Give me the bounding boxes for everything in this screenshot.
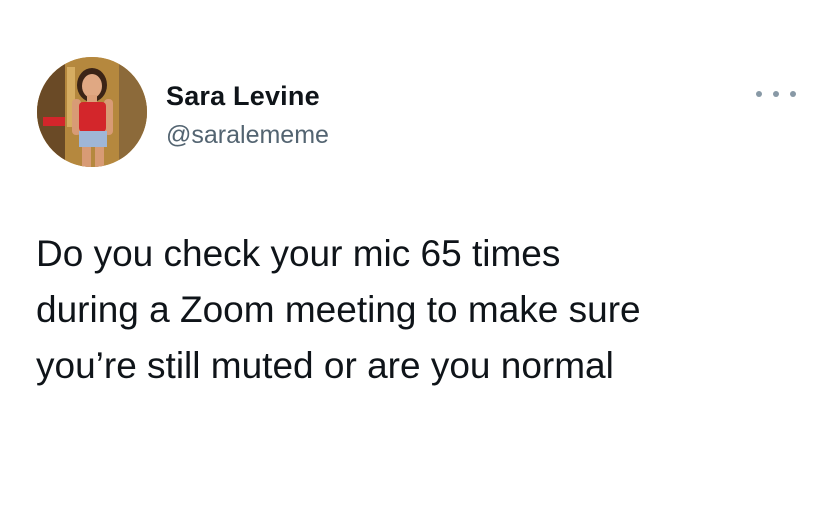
tweet-text: Do you check your mic 65 times during a Z… [36, 226, 806, 394]
display-name[interactable]: Sara Levine [166, 80, 329, 112]
tweet-text-line: you’re still muted or are you normal [36, 345, 614, 386]
more-dot [790, 91, 796, 97]
more-dot [773, 91, 779, 97]
avatar-photo-icon [37, 57, 147, 167]
tweet-card: Sara Levine @saralememe Do you check you… [0, 0, 828, 530]
tweet-text-line: Do you check your mic 65 times [36, 233, 561, 274]
user-handle[interactable]: @saralememe [166, 120, 329, 150]
more-options-icon[interactable] [756, 87, 796, 101]
avatar[interactable] [37, 57, 147, 167]
author-info: Sara Levine @saralememe [166, 80, 329, 150]
tweet-text-line: during a Zoom meeting to make sure [36, 289, 641, 330]
more-dot [756, 91, 762, 97]
